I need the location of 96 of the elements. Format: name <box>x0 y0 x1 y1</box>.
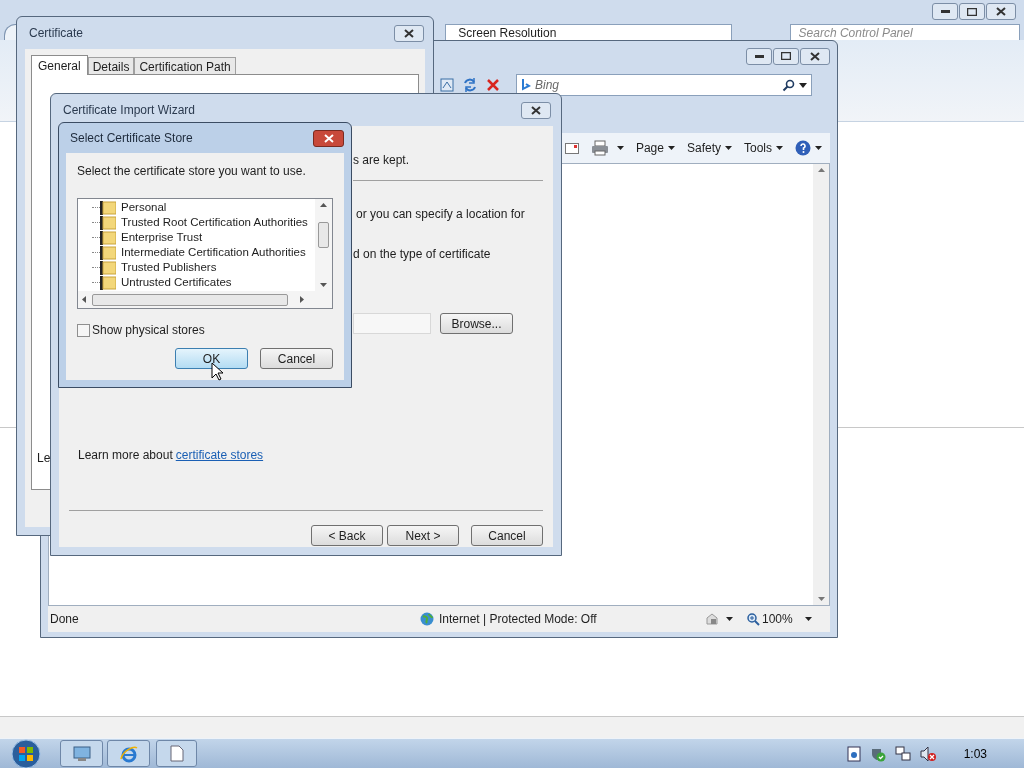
close-icon <box>404 28 414 38</box>
taskbar-button[interactable] <box>107 740 150 767</box>
minimize-button[interactable] <box>746 47 772 65</box>
cursor-icon <box>211 362 223 381</box>
horizontal-scrollbar[interactable] <box>78 291 332 308</box>
taskbar-button[interactable] <box>60 740 103 767</box>
scroll-up-icon[interactable] <box>320 203 327 207</box>
mail-icon[interactable] <box>564 142 579 154</box>
browse-button[interactable]: Browse... <box>440 313 513 334</box>
dropdown-arrow-icon[interactable] <box>815 146 822 150</box>
command-menu[interactable]: Page <box>635 139 675 157</box>
status-text: Done <box>49 611 80 628</box>
close-icon <box>996 7 1006 16</box>
certificate-icon[interactable] <box>846 745 861 762</box>
wizard-button[interactable]: < Back <box>311 525 383 546</box>
close-button[interactable] <box>313 129 344 147</box>
minimize-icon <box>940 10 950 13</box>
maximize-button[interactable] <box>959 3 985 20</box>
close-icon <box>810 51 820 61</box>
file-field[interactable] <box>353 313 431 334</box>
document-icon <box>169 745 184 762</box>
start-button[interactable] <box>8 738 44 768</box>
checkbox-label[interactable]: Show physical stores <box>92 321 205 339</box>
body-text: d on the type of certificate <box>353 247 491 261</box>
scroll-left-icon[interactable] <box>82 296 86 303</box>
dropdown-arrow-icon[interactable] <box>799 82 807 88</box>
window-title: Select Certificate Store <box>70 130 193 147</box>
certificate-stores-link[interactable]: certificate stores <box>175 446 264 464</box>
close-button[interactable] <box>521 101 551 119</box>
search-field[interactable]: Search Control Panel <box>789 24 1020 40</box>
prompt-text: Select the certificate store you want to use. <box>77 163 307 180</box>
dialog-button[interactable]: Cancel <box>260 348 333 369</box>
folder-icon <box>100 215 116 230</box>
window-title: Certificate <box>29 25 84 42</box>
folder-icon <box>100 230 116 245</box>
address-bar[interactable]: Screen Resolution <box>445 24 732 40</box>
search-field[interactable]: Bing <box>516 74 812 96</box>
scroll-up-icon[interactable] <box>817 168 825 172</box>
speaker-muted-icon[interactable] <box>919 745 936 762</box>
folder-icon <box>100 245 116 260</box>
zoom-icon[interactable] <box>747 612 760 626</box>
window-title: Certificate Import Wizard <box>63 102 196 119</box>
scrollbar[interactable] <box>813 164 829 605</box>
search-input[interactable]: Bing <box>535 76 778 94</box>
dropdown-arrow-icon[interactable] <box>616 146 624 150</box>
dialog-button[interactable]: OK <box>175 348 248 369</box>
dropdown-arrow-icon <box>776 146 783 150</box>
maximize-icon <box>781 52 791 60</box>
wizard-button[interactable]: Next > <box>387 525 459 546</box>
checkbox[interactable] <box>77 323 90 337</box>
maximize-icon <box>967 7 977 16</box>
close-icon <box>531 105 541 115</box>
refresh-icon[interactable] <box>462 77 478 93</box>
security-zone[interactable]: Internet | Protected Mode: Off <box>439 610 704 628</box>
tab[interactable]: General <box>31 55 88 75</box>
help-icon[interactable] <box>795 140 811 156</box>
scroll-thumb[interactable] <box>318 222 329 248</box>
minimize-button[interactable] <box>932 3 958 20</box>
body-text: s are kept. <box>353 153 410 167</box>
command-menu[interactable]: Tools <box>744 139 783 157</box>
folder-icon <box>100 275 116 290</box>
scroll-thumb[interactable] <box>92 293 288 306</box>
stop-icon[interactable] <box>486 78 500 92</box>
dropdown-arrow-icon <box>725 146 732 150</box>
command-menu[interactable]: Safety <box>686 139 732 157</box>
folder-icon <box>100 200 116 215</box>
taskbar-button[interactable] <box>156 740 197 767</box>
network-icon[interactable] <box>894 745 911 762</box>
label-text: Le <box>37 450 51 467</box>
vertical-scrollbar[interactable] <box>315 199 332 291</box>
maximize-button[interactable] <box>773 47 799 65</box>
scroll-down-icon[interactable] <box>320 283 327 287</box>
close-button[interactable] <box>800 47 830 65</box>
scroll-right-icon[interactable] <box>300 296 304 303</box>
dropdown-arrow-icon[interactable] <box>726 617 733 621</box>
clock[interactable]: 1:03 <box>963 744 987 763</box>
search-logo-icon <box>521 78 531 92</box>
tab[interactable]: Certification Path <box>134 57 236 74</box>
folder-icon <box>100 260 116 275</box>
scroll-down-icon[interactable] <box>817 597 825 601</box>
printer-icon[interactable] <box>590 140 609 156</box>
tab[interactable]: Details <box>87 57 135 74</box>
search-icon[interactable] <box>782 78 795 92</box>
close-button[interactable] <box>986 3 1016 20</box>
globe-icon <box>420 612 434 626</box>
minimize-icon <box>754 54 764 58</box>
body-text: Learn more about <box>78 447 173 464</box>
close-button[interactable] <box>394 24 424 42</box>
close-icon <box>323 133 334 143</box>
browser-icon <box>119 744 138 763</box>
dropdown-arrow-icon[interactable] <box>804 617 812 621</box>
control-panel-icon <box>72 745 91 762</box>
wizard-button[interactable]: Cancel <box>471 525 543 546</box>
dropdown-arrow-icon <box>667 146 675 150</box>
body-text: or you can specify a location for <box>356 207 525 221</box>
zoom-level[interactable]: 100% <box>762 610 793 628</box>
